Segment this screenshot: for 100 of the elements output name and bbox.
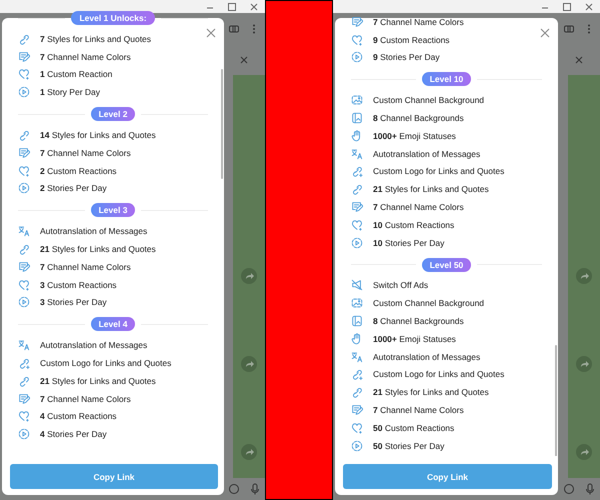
- crossed-megaphone-icon: [351, 279, 363, 292]
- pencil-note-icon: [351, 404, 363, 416]
- pencil-note-icon: [18, 392, 30, 405]
- pencil-note-icon: [18, 50, 30, 63]
- translate-icon: [18, 225, 30, 238]
- scrollbar[interactable]: [555, 345, 557, 456]
- feature-label: Switch Off Ads: [373, 280, 428, 290]
- sparkle-link-icon: [351, 368, 363, 380]
- feature-label: 7 Channel Name Colors: [40, 148, 131, 158]
- forward-icon[interactable]: [241, 268, 257, 284]
- feature-label: 1 Custom Reaction: [40, 69, 112, 80]
- close-icon[interactable]: [583, 0, 595, 12]
- heart-icon: [18, 164, 30, 177]
- hand-icon: [351, 130, 363, 142]
- level-badge: Level 1 Unlocks:: [71, 11, 155, 25]
- columns-icon[interactable]: [563, 22, 575, 34]
- feature-label: 8 Channel Backgrounds: [373, 316, 464, 326]
- forward-icon[interactable]: [576, 356, 592, 372]
- feature-label: 50 Custom Reactions: [373, 422, 454, 433]
- translate-icon: [351, 148, 363, 160]
- heart-icon: [18, 410, 30, 422]
- feature-label: Custom Logo for Links and Quotes: [373, 166, 504, 176]
- heart-icon: [351, 218, 363, 231]
- feature-label: Custom Channel Background: [373, 95, 484, 106]
- scrollbar[interactable]: [221, 69, 223, 179]
- feature-label: 7 Channel Name Colors: [40, 262, 131, 272]
- forward-icon[interactable]: [576, 268, 592, 284]
- feature-label: 1000+ Emoji Statuses: [373, 334, 456, 344]
- image-frame-icon: [351, 297, 363, 310]
- copy-link-button[interactable]: Copy Link: [10, 464, 218, 489]
- translate-icon: [18, 339, 30, 352]
- pencil-note-icon: [351, 16, 363, 28]
- close-icon[interactable]: [540, 28, 550, 38]
- heart-icon: [351, 34, 363, 46]
- feature-label: 21 Styles for Links and Quotes: [373, 184, 489, 194]
- forward-icon[interactable]: [576, 444, 592, 460]
- picture-card-icon: [351, 112, 363, 124]
- play-circle-icon: [18, 86, 30, 98]
- feature-label: 1 Story Per Day: [40, 87, 100, 98]
- feature-label: Autotranslation of Messages: [373, 148, 480, 159]
- link-icon: [18, 32, 30, 45]
- feature-label: Custom Logo for Links and Quotes: [373, 369, 504, 380]
- feature-label: 7 Channel Name Colors: [373, 16, 464, 27]
- translate-icon: [351, 350, 363, 363]
- feature-label: 1000+ Emoji Statuses: [373, 130, 456, 141]
- play-circle-icon: [351, 236, 363, 249]
- play-circle-icon: [18, 428, 30, 440]
- feature-label: 2 Stories Per Day: [40, 183, 107, 194]
- sparkle-link-icon: [351, 165, 363, 178]
- close-icon[interactable]: [248, 0, 260, 12]
- feature-label: 4 Stories Per Day: [40, 429, 107, 440]
- link-icon: [18, 129, 30, 142]
- play-circle-icon: [18, 296, 30, 308]
- feature-label: Custom Logo for Links and Quotes: [40, 358, 172, 368]
- copy-link-button[interactable]: Copy Link: [343, 464, 552, 489]
- feature-label: Custom Channel Background: [373, 298, 484, 308]
- play-circle-icon: [351, 51, 363, 64]
- heart-icon: [351, 422, 363, 434]
- microphone-icon[interactable]: [248, 483, 260, 495]
- forward-icon[interactable]: [241, 444, 257, 460]
- pencil-note-icon: [18, 260, 30, 273]
- feature-label: 2 Custom Reactions: [40, 166, 117, 176]
- columns-icon[interactable]: [228, 22, 240, 34]
- feature-label: Autotranslation of Messages: [40, 340, 148, 350]
- level-badge: Level 10: [422, 72, 472, 86]
- feature-label: 7 Styles for Links and Quotes: [40, 34, 152, 44]
- link-icon: [18, 243, 30, 256]
- pencil-note-icon: [351, 201, 363, 214]
- heart-icon: [18, 68, 30, 80]
- feature-label: 21 Styles for Links and Quotes: [40, 376, 156, 386]
- level-badge: Level 2: [90, 107, 136, 122]
- close-icon[interactable]: [238, 54, 250, 66]
- maximize-icon[interactable]: [561, 0, 573, 12]
- feature-label: 50 Stories Per Day: [373, 440, 444, 451]
- feature-label: 21 Styles for Links and Quotes: [373, 387, 489, 398]
- level-badge: Level 50: [422, 258, 472, 272]
- microphone-icon[interactable]: [584, 483, 596, 495]
- feature-label: 10 Custom Reactions: [373, 220, 454, 230]
- feature-label: 21 Styles for Links and Quotes: [40, 244, 156, 254]
- feature-label: 7 Channel Name Colors: [373, 405, 464, 416]
- feature-label: 14 Styles for Links and Quotes: [40, 130, 156, 140]
- level-badge: Level 4: [90, 317, 136, 332]
- picture-card-icon: [351, 315, 363, 328]
- sparkle-link-icon: [18, 357, 30, 370]
- play-circle-icon: [18, 182, 30, 194]
- feature-label: 9 Stories Per Day: [373, 52, 440, 62]
- feature-label: Autotranslation of Messages: [40, 226, 148, 236]
- level-badge: Level 3: [90, 203, 136, 218]
- feature-label: 7 Channel Name Colors: [40, 52, 131, 62]
- heart-icon: [18, 278, 30, 291]
- feature-label: 3 Stories Per Day: [40, 297, 107, 308]
- feature-label: 9 Custom Reactions: [373, 34, 450, 45]
- feature-label: 7 Channel Name Colors: [373, 202, 464, 212]
- close-icon[interactable]: [206, 28, 216, 38]
- maximize-icon[interactable]: [226, 0, 238, 12]
- link-icon: [351, 386, 363, 398]
- forward-icon[interactable]: [241, 356, 257, 372]
- pencil-note-icon: [18, 146, 30, 159]
- close-icon[interactable]: [573, 54, 585, 66]
- feature-label: 8 Channel Backgrounds: [373, 113, 464, 124]
